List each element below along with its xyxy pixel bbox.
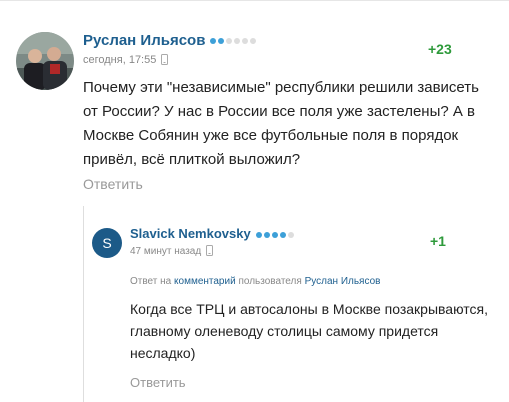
rating-dots: [255, 231, 294, 238]
author-name[interactable]: Руслан Ильясов: [83, 32, 257, 49]
reply-to-user-link[interactable]: Руслан Ильясов: [305, 276, 381, 287]
rating-dot: [242, 38, 249, 45]
author-name[interactable]: Slavick Nemkovsky: [130, 226, 294, 241]
comment-text: Когда все ТРЦ и автосалоны в Москве поза…: [130, 301, 488, 361]
rating-dot: [287, 231, 294, 238]
mobile-phone-icon: [161, 54, 169, 68]
rating-dot: [250, 38, 257, 45]
comment-text: Почему эти "независимые" республики реши…: [83, 79, 479, 168]
reply-to-comment-link[interactable]: комментарий: [174, 276, 236, 287]
avatar[interactable]: [16, 32, 74, 90]
rating-dot: [210, 38, 217, 45]
rating-dots: [210, 38, 257, 45]
rating-dot: [271, 231, 278, 238]
reply-button[interactable]: Ответить: [83, 176, 143, 192]
top-divider: [0, 0, 509, 1]
mobile-phone-icon: [206, 245, 214, 259]
thread-line: [83, 206, 84, 402]
rating-dot: [255, 231, 262, 238]
rating-dot: [263, 231, 270, 238]
avatar[interactable]: S: [92, 228, 122, 258]
timestamp: сегодня, 17:55: [83, 54, 169, 68]
comment-score: +1: [430, 233, 446, 249]
timestamp: 47 минут назад: [130, 245, 214, 259]
rating-dot: [279, 231, 286, 238]
rating-dot: [226, 38, 233, 45]
reply-button[interactable]: Ответить: [130, 375, 186, 390]
reply-to-info: Ответ на комментарий пользователя Руслан…: [130, 276, 381, 287]
comment-score: +23: [428, 41, 452, 57]
rating-dot: [234, 38, 241, 45]
rating-dot: [218, 38, 225, 45]
